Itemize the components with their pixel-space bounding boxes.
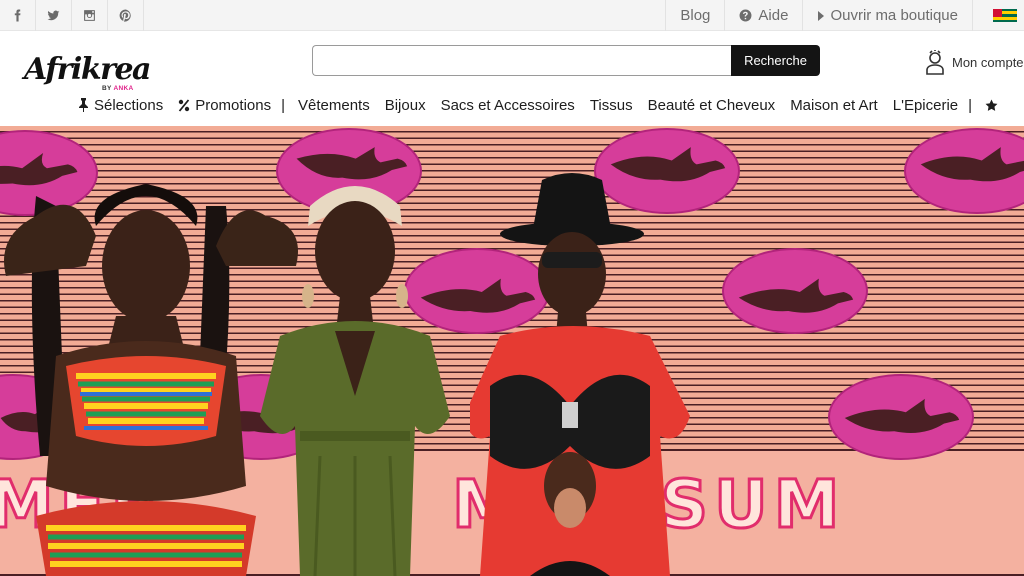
model-red-dress <box>470 156 700 576</box>
nav-bijoux[interactable]: Bijoux <box>385 97 426 114</box>
bird-oval <box>722 248 868 334</box>
aide-label: Aide <box>758 7 789 24</box>
help-circle-icon <box>739 9 752 22</box>
togo-flag-icon <box>993 8 1017 23</box>
social-links <box>0 0 144 31</box>
nav-promotions-label: Promotions <box>195 96 272 114</box>
twitter-link[interactable] <box>36 0 72 31</box>
top-utility-bar: Blog Aide Ouvrir ma boutique <box>0 0 1024 31</box>
nav-maison[interactable]: Maison et Art <box>790 97 878 114</box>
star-icon[interactable] <box>985 99 1003 112</box>
blog-link[interactable]: Blog <box>665 0 724 31</box>
nav-vetements[interactable]: Vêtements <box>298 97 370 114</box>
logo-byline: BY ANKA <box>102 85 134 92</box>
search-button[interactable]: Recherche <box>731 45 820 76</box>
account-label: Mon compte <box>952 54 1024 70</box>
nav-tissus[interactable]: Tissus <box>590 97 633 114</box>
logo-wordmark: Afrikrea <box>24 52 151 87</box>
bird-oval <box>904 128 1024 214</box>
search-form: Recherche <box>312 45 820 76</box>
ouvrir-boutique-link[interactable]: Ouvrir ma boutique <box>802 0 972 31</box>
nav-separator: | <box>968 96 973 114</box>
nav-epicerie[interactable]: L'Epicerie <box>893 97 958 114</box>
twitter-icon <box>47 10 60 21</box>
facebook-link[interactable] <box>0 0 36 31</box>
bird-icon <box>920 147 1024 182</box>
instagram-icon <box>84 10 95 21</box>
nav-selections-label: Sélections <box>94 96 164 114</box>
instagram-link[interactable] <box>72 0 108 31</box>
hero-banner[interactable]: MER MER SUM <box>0 126 1024 576</box>
site-header: Afrikrea BY ANKA Recherche Mon compte Sé… <box>0 31 1024 126</box>
nav-separator: | <box>281 96 285 114</box>
ouvrir-boutique-label: Ouvrir ma boutique <box>830 7 958 24</box>
pinterest-link[interactable] <box>108 0 144 31</box>
category-nav: Sélections Promotions | Vêtements Bijoux… <box>78 94 1018 116</box>
top-links: Blog Aide Ouvrir ma boutique <box>665 0 1024 31</box>
nav-promotions[interactable]: Promotions <box>178 97 271 114</box>
model-olive-dress <box>240 156 470 576</box>
account-link[interactable]: Mon compte <box>924 49 1024 75</box>
caret-right-icon <box>818 10 825 21</box>
pin-icon <box>79 98 88 112</box>
facebook-icon <box>14 9 21 22</box>
user-icon <box>926 50 944 75</box>
country-selector[interactable] <box>972 0 1024 31</box>
nav-sacs[interactable]: Sacs et Accessoires <box>441 97 575 114</box>
bird-icon <box>738 278 854 313</box>
bird-oval <box>828 374 974 460</box>
afrikrea-logo[interactable]: Afrikrea BY ANKA <box>24 52 151 98</box>
nav-selections[interactable]: Sélections <box>78 97 163 114</box>
search-input[interactable] <box>312 45 731 76</box>
nav-beaute[interactable]: Beauté et Cheveux <box>648 97 776 114</box>
percent-icon <box>179 99 190 111</box>
bird-icon <box>844 398 960 434</box>
pinterest-icon <box>119 9 131 22</box>
aide-link[interactable]: Aide <box>724 0 802 31</box>
